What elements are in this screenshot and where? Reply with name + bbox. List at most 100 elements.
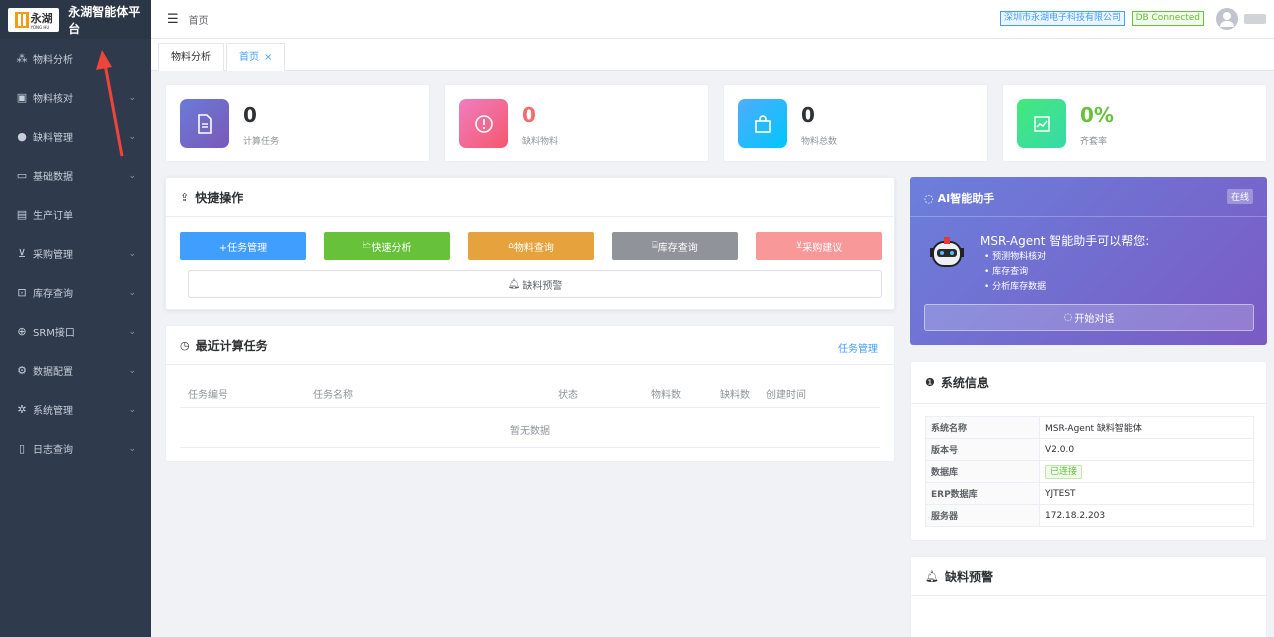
avatar[interactable] xyxy=(1216,8,1238,30)
sidebar-item[interactable]: ▣ 物料核对 ⌄ xyxy=(0,78,151,117)
shortage-alerts-panel: 🔔︎ 缺料预警 xyxy=(910,556,1267,637)
tab-material-analysis[interactable]: 物料分析 xyxy=(158,43,224,71)
log-icon: ▯ xyxy=(18,442,26,455)
quick-action-button[interactable]: 🗠︎ 快速分析 xyxy=(324,232,450,260)
logo: 永湖 YONG HU xyxy=(8,7,60,32)
clipboard-check-icon: ▣ xyxy=(16,91,28,104)
shortage-alert-button[interactable]: 🔔︎ 缺料预警 xyxy=(188,270,882,298)
logo-text: 永湖 xyxy=(30,11,53,25)
close-icon[interactable]: × xyxy=(264,52,272,63)
alerts-title: 缺料预警 xyxy=(944,569,993,584)
sidebar-item-label: 生产订单 xyxy=(33,211,73,222)
panel-title: 🔔︎ 缺料预警 xyxy=(911,557,1266,596)
stat-card-tasks: 0 计算任务 xyxy=(165,84,430,162)
stat-value: 0 xyxy=(243,103,257,127)
divider xyxy=(910,216,1267,217)
ai-feature: 预测物料核对 xyxy=(984,250,1046,265)
chevron-down-icon: ⌄ xyxy=(128,287,136,298)
row-key: 服务器 xyxy=(925,504,1040,527)
button-label: 库存查询 xyxy=(657,242,698,254)
chat-icon: ◌ xyxy=(1063,312,1073,323)
empty-state: 暂无数据 xyxy=(510,426,550,437)
chevron-down-icon: ⌄ xyxy=(128,326,136,337)
row-key: 数据库 xyxy=(925,460,1040,483)
cart-icon: ⊻ xyxy=(17,247,27,260)
bell-icon: 🔔︎ xyxy=(507,278,521,290)
sidebar-item[interactable]: ⊕ SRM接口 ⌄ xyxy=(0,312,151,351)
sidebar-item[interactable]: ● 缺料管理 ⌄ xyxy=(0,117,151,156)
bell-icon: 🔔︎ xyxy=(925,569,939,583)
sidebar-item-label: 物料核对 xyxy=(33,94,73,105)
start-chat-button[interactable]: ◌ 开始对话 xyxy=(924,304,1254,331)
quick-action-button[interactable]: +任务管理 xyxy=(180,232,306,260)
panel-title: ⇪ 快捷操作 xyxy=(166,178,894,217)
ai-headline: MSR-Agent 智能助手可以帮您: xyxy=(980,234,1150,248)
sysinfo-title: 系统信息 xyxy=(940,376,989,390)
sparkle-icon: ⁂ xyxy=(16,52,28,65)
tab-home[interactable]: 首页 × xyxy=(226,43,286,71)
tab-label: 物料分析 xyxy=(171,52,211,63)
info-icon: ❶ xyxy=(925,376,935,389)
task-management-link[interactable]: 任务管理 xyxy=(838,340,878,355)
stat-value: 0% xyxy=(1080,103,1114,127)
sidebar: 永湖 YONG HU 永湖智能体平台 ⁂ 物料分析 ▣ 物料核对 ⌄ ● 缺料管理 ⌄ ▭ 基础数… xyxy=(0,0,151,637)
col-material-count[interactable]: 物料数 xyxy=(651,386,681,401)
box-icon: ⊡ xyxy=(17,286,27,299)
tab-label: 首页 xyxy=(239,52,259,63)
row-value: MSR-Agent 缺料智能体 xyxy=(1039,416,1254,439)
quick-title: 快捷操作 xyxy=(195,190,244,205)
sidebar-item[interactable]: ⊻ 采购管理 ⌄ xyxy=(0,234,151,273)
sidebar-item-label: 系统管理 xyxy=(33,406,73,417)
row-key: 系统名称 xyxy=(925,416,1040,439)
settings-icon: ⚙ xyxy=(17,364,27,377)
col-created-time[interactable]: 创建时间 xyxy=(766,386,806,401)
quick-action-button[interactable]: ⌸ 库存查询 xyxy=(612,232,738,260)
ai-title: ◌ AI智能助手 xyxy=(924,190,994,206)
sidebar-item[interactable]: ⊡ 库存查询 ⌄ xyxy=(0,273,151,312)
stat-label: 齐套率 xyxy=(1080,137,1108,147)
annotation-arrow xyxy=(96,50,124,157)
sidebar-item-label: 缺料管理 xyxy=(33,133,73,144)
ai-assistant-panel: ◌AI智能助手 在线 MSR-Agent 智能助手可以帮您: 预测物料核对 库存… xyxy=(910,177,1267,345)
button-label: +任务管理 xyxy=(218,242,268,254)
sidebar-item-label: 基础数据 xyxy=(33,172,73,183)
logo-mark-icon xyxy=(14,11,29,28)
breadcrumb: 首页 xyxy=(188,15,209,27)
divider xyxy=(180,407,880,408)
logo-subtext: YONG HU xyxy=(30,24,50,30)
menu-toggle-icon[interactable]: ☰ xyxy=(167,12,179,27)
quick-action-button[interactable]: ⌂ 物料查询 xyxy=(468,232,594,260)
panel-title: ❶ 系统信息 xyxy=(911,362,1266,404)
col-task-id[interactable]: 任务编号 xyxy=(188,386,228,401)
chevron-down-icon: ⌄ xyxy=(128,365,136,376)
table-row: 服务器 172.18.2.203 xyxy=(925,504,1254,527)
alert-circle-icon xyxy=(459,99,508,148)
sidebar-item[interactable]: ⁂ 物料分析 xyxy=(0,39,151,78)
connected-tag: 已连接 xyxy=(1045,464,1083,479)
sidebar-item[interactable]: ⚙ 数据配置 ⌄ xyxy=(0,351,151,390)
clock-icon: ◷ xyxy=(180,338,190,352)
recent-title: 最近计算任务 xyxy=(195,338,268,353)
chevron-down-icon: ⌄ xyxy=(128,170,136,181)
sidebar-item-label: 采购管理 xyxy=(33,250,73,261)
sidebar-menu: ⁂ 物料分析 ▣ 物料核对 ⌄ ● 缺料管理 ⌄ ▭ 基础数据 ⌄ ▤ 生产订单 ⊻ 采购管理 ⌄ ⊡ 库存查询 ⌄… xyxy=(0,39,151,468)
col-shortage-count[interactable]: 缺料数 xyxy=(720,386,750,401)
col-task-name[interactable]: 任务名称 xyxy=(313,386,353,401)
sidebar-item[interactable]: ▤ 生产订单 xyxy=(0,195,151,234)
sidebar-item[interactable]: ▯ 日志查询 ⌄ xyxy=(0,429,151,468)
ai-title-text: AI智能助手 xyxy=(937,192,995,205)
quick-action-button[interactable]: ⊻ 采购建议 xyxy=(756,232,882,260)
ai-feature-list: 预测物料核对 库存查询 分析库存数据 xyxy=(984,250,1046,295)
stat-value: 0 xyxy=(801,103,815,127)
user-menu[interactable] xyxy=(1244,14,1266,24)
col-status[interactable]: 状态 xyxy=(558,386,578,401)
panel-title: ◷ 最近计算任务 xyxy=(166,326,894,365)
sidebar-item[interactable]: ▭ 基础数据 ⌄ xyxy=(0,156,151,195)
chevron-down-icon: ⌄ xyxy=(128,248,136,259)
system-info-table: 系统名称 MSR-Agent 缺料智能体 版本号 V2.0.0 数据库 已连接 ERP… xyxy=(925,416,1254,527)
start-chat-label: 开始对话 xyxy=(1074,314,1115,325)
sidebar-item[interactable]: ✲ 系统管理 ⌄ xyxy=(0,390,151,429)
db-status-badge: DB Connected xyxy=(1131,11,1204,26)
stat-value: 0 xyxy=(522,103,536,127)
sidebar-item-label: 物料分析 xyxy=(33,55,73,66)
